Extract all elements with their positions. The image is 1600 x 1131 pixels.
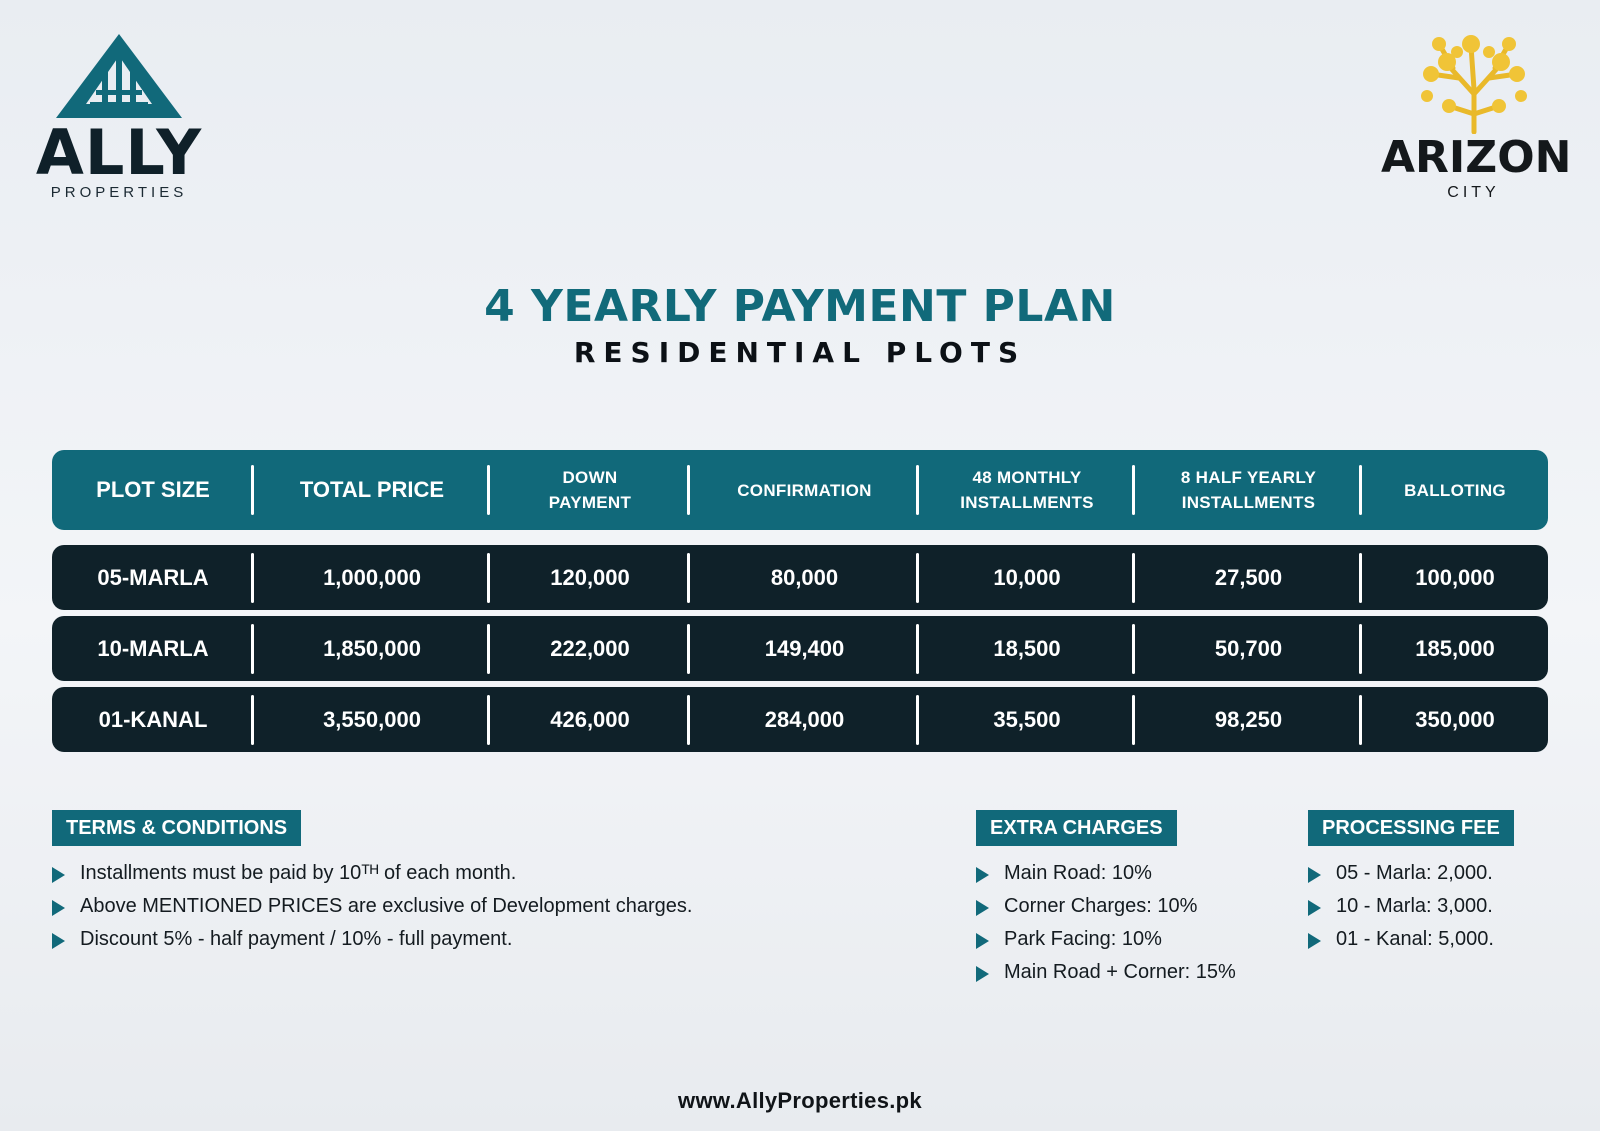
cell-confirmation: 149,400: [690, 616, 919, 681]
processing-fee-list: 05 - Marla: 2,000. 10 - Marla: 3,000. 01…: [1308, 857, 1494, 956]
triangle-arrow-icon: [976, 867, 989, 883]
header-total-price: TOTAL PRICE: [254, 450, 490, 530]
header-confirmation: CONFIRMATION: [690, 450, 919, 530]
processing-fee-item: 01 - Kanal: 5,000.: [1336, 928, 1494, 950]
cell-down-payment: 426,000: [490, 687, 690, 752]
triangle-arrow-icon: [976, 900, 989, 916]
header-down-payment: DOWN PAYMENT: [490, 450, 690, 530]
terms-item: Installments must be paid by 10ᵀᴴ of eac…: [80, 862, 517, 884]
terms-item: Above MENTIONED PRICES are exclusive of …: [80, 895, 693, 917]
header-half-yearly-installments: 8 HALF YEARLY INSTALLMENTS: [1135, 450, 1362, 530]
cell-down-payment: 120,000: [490, 545, 690, 610]
triangle-arrow-icon: [976, 966, 989, 982]
cell-plot-size: 10-MARLA: [52, 616, 254, 681]
cell-plot-size: 01-KANAL: [52, 687, 254, 752]
arizon-logo: ARIZON CITY: [1381, 34, 1572, 204]
list-item: Installments must be paid by 10ᵀᴴ of eac…: [52, 857, 692, 890]
list-item: 05 - Marla: 2,000.: [1308, 857, 1494, 890]
ally-brand-name: ALLY: [35, 116, 203, 189]
header-down-payment-label: DOWN PAYMENT: [548, 468, 632, 512]
processing-fee-item: 05 - Marla: 2,000.: [1336, 862, 1493, 884]
page-subtitle: RESIDENTIAL PLOTS: [573, 336, 1027, 369]
cell-down-payment: 222,000: [490, 616, 690, 681]
ally-brand-subtitle: PROPERTIES: [50, 184, 188, 201]
cell-confirmation: 80,000: [690, 545, 919, 610]
cell-balloting: 350,000: [1415, 706, 1495, 732]
payment-plan-table: PLOT SIZE TOTAL PRICE DOWN PAYMENT CONFI…: [52, 450, 1548, 752]
cell-monthly-installment: 18,500: [919, 616, 1135, 681]
triangle-arrow-icon: [52, 867, 65, 883]
triangle-arrow-icon: [52, 933, 65, 949]
table-row: 01-KANAL 3,550,000 426,000 284,000 35,50…: [52, 687, 1548, 752]
list-item: 01 - Kanal: 5,000.: [1308, 923, 1494, 956]
extra-charges-label: EXTRA CHARGES: [976, 810, 1177, 846]
triangle-arrow-icon: [52, 900, 65, 916]
list-item: Discount 5% - half payment / 10% - full …: [52, 923, 692, 956]
extra-charges-list: Main Road: 10% Corner Charges: 10% Park …: [976, 857, 1236, 989]
header-monthly-installments-label: 48 MONTHLY INSTALLMENTS: [960, 468, 1094, 512]
triangle-logo-icon: [56, 34, 182, 118]
cell-total-price: 1,000,000: [254, 545, 490, 610]
list-item: Main Road + Corner: 15%: [976, 956, 1236, 989]
header-balloting: BALLOTING: [1404, 480, 1506, 500]
cell-half-yearly-installment: 98,250: [1135, 687, 1362, 752]
terms-label: TERMS & CONDITIONS: [52, 810, 302, 846]
page-title: 4 YEARLY PAYMENT PLAN: [484, 281, 1116, 332]
terms-list: Installments must be paid by 10ᵀᴴ of eac…: [52, 857, 692, 956]
extra-charge-item: Corner Charges: 10%: [1004, 895, 1198, 917]
triangle-arrow-icon: [976, 933, 989, 949]
arizon-brand-subtitle: CITY: [1447, 184, 1500, 201]
cell-balloting: 100,000: [1415, 564, 1495, 590]
list-item: 10 - Marla: 3,000.: [1308, 890, 1494, 923]
cell-plot-size: 05-MARLA: [52, 545, 254, 610]
extra-charge-item: Park Facing: 10%: [1004, 928, 1162, 950]
table-header-row: PLOT SIZE TOTAL PRICE DOWN PAYMENT CONFI…: [52, 450, 1548, 530]
table-row: 10-MARLA 1,850,000 222,000 149,400 18,50…: [52, 616, 1548, 681]
cell-half-yearly-installment: 50,700: [1135, 616, 1362, 681]
cell-total-price: 3,550,000: [254, 687, 490, 752]
cell-monthly-installment: 35,500: [919, 687, 1135, 752]
triangle-arrow-icon: [1308, 933, 1321, 949]
cell-total-price: 1,850,000: [254, 616, 490, 681]
table-row: 05-MARLA 1,000,000 120,000 80,000 10,000…: [52, 545, 1548, 610]
cell-balloting: 185,000: [1415, 635, 1495, 661]
processing-fee-label: PROCESSING FEE: [1308, 810, 1514, 846]
terms-item: Discount 5% - half payment / 10% - full …: [80, 928, 513, 950]
list-item: Corner Charges: 10%: [976, 890, 1236, 923]
cell-confirmation: 284,000: [690, 687, 919, 752]
processing-fee-item: 10 - Marla: 3,000.: [1336, 895, 1493, 917]
triangle-arrow-icon: [1308, 867, 1321, 883]
cell-monthly-installment: 10,000: [919, 545, 1135, 610]
extra-charge-item: Main Road + Corner: 15%: [1004, 961, 1236, 983]
arizon-brand-name: ARIZON: [1381, 132, 1572, 183]
header-half-yearly-installments-label: 8 HALF YEARLY INSTALLMENTS: [1180, 468, 1317, 512]
header-monthly-installments: 48 MONTHLY INSTALLMENTS: [919, 450, 1135, 530]
cell-half-yearly-installment: 27,500: [1135, 545, 1362, 610]
website-link[interactable]: www.AllyProperties.pk: [0, 1088, 1600, 1114]
header-plot-size: PLOT SIZE: [52, 450, 254, 530]
extra-charge-item: Main Road: 10%: [1004, 862, 1152, 884]
golden-tree-icon: [1421, 35, 1527, 134]
list-item: Park Facing: 10%: [976, 923, 1236, 956]
list-item: Main Road: 10%: [976, 857, 1236, 890]
list-item: Above MENTIONED PRICES are exclusive of …: [52, 890, 692, 923]
triangle-arrow-icon: [1308, 900, 1321, 916]
ally-logo: ALLY PROPERTIES: [34, 34, 204, 204]
